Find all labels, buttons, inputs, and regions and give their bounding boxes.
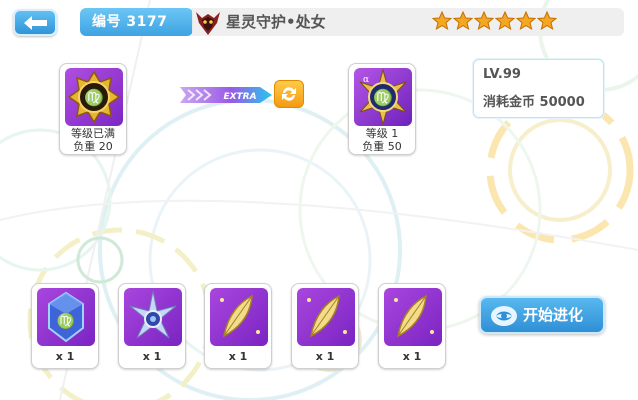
material-qty: x 1 [315,350,335,363]
star-icon [537,11,557,31]
evolution-info-box: LV.99 消耗金币 50000 [473,59,604,118]
svg-text:α: α [363,75,369,85]
gold-cost-label: 消耗金币 50000 [483,95,585,110]
virgo-crystal-icon: ♍ [48,291,84,343]
back-button[interactable] [13,9,57,36]
material-slot-2[interactable]: x 1 [118,283,186,369]
star-icon [516,11,536,31]
svg-text:♍: ♍ [57,312,76,330]
evolved-weight-label: 负重 50 [362,140,402,153]
back-arrow-icon [24,16,47,30]
material-slot-1[interactable]: ♍ x 1 [31,283,99,369]
gold-leaf-icon [394,294,434,338]
evolved-level-label: 等级 1 [365,127,399,140]
material-qty: x 1 [228,350,248,363]
extra-label: EXTRA [223,92,256,102]
evolved-unit-card[interactable]: ♍ α 等级 1 负重 50 [348,63,416,155]
unit-title: 星灵守护•处女 [226,13,326,31]
svg-text:♍: ♍ [84,88,104,107]
virgo-star-emblem-icon: ♍ α [359,68,407,126]
star-icon [453,11,473,31]
evolve-emblem-icon [491,306,517,326]
material-slot-4[interactable]: x 1 [291,283,359,369]
demon-crest-icon [196,12,220,35]
material-slot-5[interactable]: x 1 [378,283,446,369]
star-rating [432,11,557,31]
star-orb-icon [129,290,177,339]
star-icon [432,11,452,31]
current-unit-card[interactable]: ♍ 等级已满 负重 20 [59,63,127,155]
gold-leaf-icon [220,294,260,338]
material-qty: x 1 [142,350,162,363]
star-icon [474,11,494,31]
svg-text:♍: ♍ [373,88,393,107]
target-level-label: LV.99 [483,67,521,82]
start-evolution-label: 开始进化 [523,306,584,324]
current-weight-label: 负重 20 [73,140,113,153]
extra-arrow-icon: EXTRA [180,87,272,103]
gold-leaf-icon [307,294,347,338]
unit-id-badge: 编号 3177 [80,8,193,36]
start-evolution-button[interactable]: 开始进化 [479,296,605,334]
material-qty: x 1 [55,350,75,363]
current-level-label: 等级已满 [71,127,115,140]
virgo-gold-emblem-icon: ♍ [67,70,121,124]
material-qty: x 1 [402,350,422,363]
star-icon [495,11,515,31]
swap-button[interactable] [274,80,304,108]
material-slot-3[interactable]: x 1 [204,283,272,369]
refresh-icon [282,87,296,101]
